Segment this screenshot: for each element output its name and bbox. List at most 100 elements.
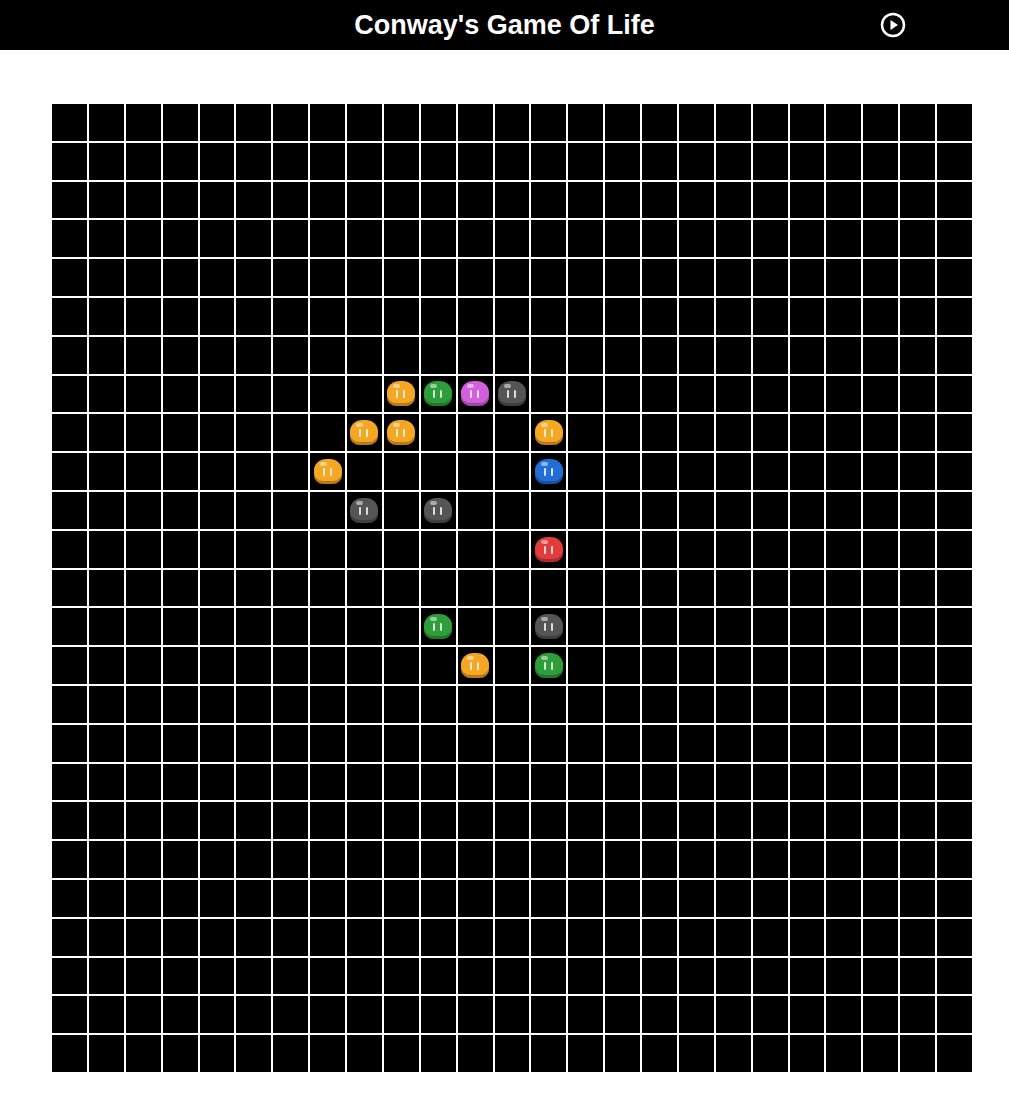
grid-cell[interactable] [310, 337, 345, 374]
grid-cell[interactable] [52, 802, 87, 839]
grid-cell[interactable] [236, 259, 271, 296]
grid-cell[interactable] [163, 220, 198, 257]
grid-cell[interactable] [568, 298, 603, 335]
grid-cell[interactable] [937, 880, 972, 917]
grid-cell[interactable] [495, 841, 530, 878]
grid-cell[interactable] [421, 996, 456, 1033]
grid-cell[interactable] [310, 220, 345, 257]
grid-cell[interactable] [900, 919, 935, 956]
grid-cell[interactable] [458, 647, 493, 684]
grid-cell[interactable] [89, 182, 124, 219]
grid-cell[interactable] [310, 453, 345, 490]
grid-cell[interactable] [458, 259, 493, 296]
grid-cell[interactable] [89, 841, 124, 878]
grid-cell[interactable] [679, 453, 714, 490]
grid-cell[interactable] [458, 880, 493, 917]
grid-cell[interactable] [937, 298, 972, 335]
grid-cell[interactable] [236, 492, 271, 529]
grid-cell[interactable] [605, 1035, 640, 1072]
grid-cell[interactable] [126, 725, 161, 762]
grid-cell[interactable] [642, 143, 677, 180]
grid-cell[interactable] [200, 1035, 235, 1072]
grid-cell[interactable] [347, 880, 382, 917]
grid-cell[interactable] [679, 958, 714, 995]
grid-cell[interactable] [200, 802, 235, 839]
grid-cell[interactable] [273, 453, 308, 490]
grid-cell[interactable] [642, 1035, 677, 1072]
grid-cell[interactable] [900, 764, 935, 801]
grid-cell[interactable] [126, 570, 161, 607]
grid-cell[interactable] [89, 143, 124, 180]
grid-cell[interactable] [347, 220, 382, 257]
grid-cell[interactable] [495, 104, 530, 141]
grid-cell[interactable] [347, 686, 382, 723]
grid-cell[interactable] [495, 647, 530, 684]
grid-cell[interactable] [458, 492, 493, 529]
grid-cell[interactable] [716, 143, 751, 180]
grid-cell[interactable] [900, 143, 935, 180]
grid-cell[interactable] [716, 996, 751, 1033]
grid-cell[interactable] [863, 298, 898, 335]
grid-cell[interactable] [605, 337, 640, 374]
grid-cell[interactable] [753, 996, 788, 1033]
grid-cell[interactable] [347, 608, 382, 645]
grid-cell[interactable] [126, 182, 161, 219]
grid-cell[interactable] [421, 492, 456, 529]
grid-cell[interactable] [458, 414, 493, 451]
grid-cell[interactable] [531, 647, 566, 684]
grid-cell[interactable] [236, 1035, 271, 1072]
grid-cell[interactable] [126, 958, 161, 995]
grid-cell[interactable] [568, 376, 603, 413]
grid-cell[interactable] [642, 453, 677, 490]
grid-cell[interactable] [89, 802, 124, 839]
grid-cell[interactable] [863, 143, 898, 180]
grid-cell[interactable] [310, 608, 345, 645]
grid-cell[interactable] [826, 958, 861, 995]
grid-cell[interactable] [605, 919, 640, 956]
grid-cell[interactable] [89, 414, 124, 451]
grid-cell[interactable] [495, 337, 530, 374]
grid-cell[interactable] [790, 841, 825, 878]
grid-cell[interactable] [863, 996, 898, 1033]
grid-cell[interactable] [863, 182, 898, 219]
grid-cell[interactable] [790, 919, 825, 956]
grid-cell[interactable] [126, 531, 161, 568]
grid-cell[interactable] [716, 104, 751, 141]
grid-cell[interactable] [568, 1035, 603, 1072]
grid-cell[interactable] [937, 337, 972, 374]
grid-cell[interactable] [200, 725, 235, 762]
grid-cell[interactable] [900, 104, 935, 141]
grid-cell[interactable] [790, 764, 825, 801]
grid-cell[interactable] [495, 764, 530, 801]
grid-cell[interactable] [568, 492, 603, 529]
grid-cell[interactable] [531, 104, 566, 141]
grid-cell[interactable] [642, 958, 677, 995]
grid-cell[interactable] [826, 841, 861, 878]
grid-cell[interactable] [605, 453, 640, 490]
grid-cell[interactable] [347, 453, 382, 490]
grid-cell[interactable] [679, 802, 714, 839]
grid-cell[interactable] [273, 182, 308, 219]
grid-cell[interactable] [790, 143, 825, 180]
grid-cell[interactable] [200, 453, 235, 490]
grid-cell[interactable] [605, 647, 640, 684]
grid-cell[interactable] [458, 143, 493, 180]
grid-cell[interactable] [200, 608, 235, 645]
grid-cell[interactable] [347, 570, 382, 607]
grid-cell[interactable] [236, 880, 271, 917]
grid-cell[interactable] [200, 647, 235, 684]
grid-cell[interactable] [753, 220, 788, 257]
grid-cell[interactable] [126, 841, 161, 878]
grid-cell[interactable] [826, 880, 861, 917]
grid-cell[interactable] [236, 376, 271, 413]
grid-cell[interactable] [642, 104, 677, 141]
grid-cell[interactable] [679, 104, 714, 141]
grid-cell[interactable] [605, 996, 640, 1033]
grid-cell[interactable] [163, 608, 198, 645]
grid-cell[interactable] [531, 492, 566, 529]
grid-cell[interactable] [384, 259, 419, 296]
grid-cell[interactable] [531, 686, 566, 723]
grid-cell[interactable] [310, 686, 345, 723]
grid-cell[interactable] [826, 919, 861, 956]
grid-cell[interactable] [126, 453, 161, 490]
